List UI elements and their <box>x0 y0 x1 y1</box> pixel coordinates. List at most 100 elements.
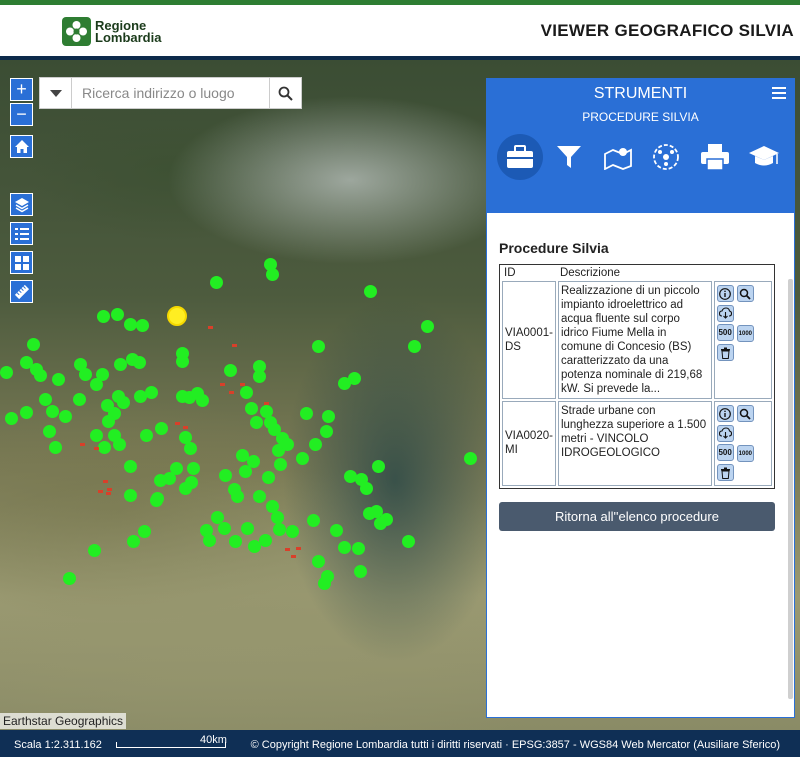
search-input[interactable] <box>72 78 269 108</box>
back-to-list-button[interactable]: Ritorna all''elenco procedure <box>499 501 775 531</box>
procedure-point[interactable] <box>59 410 72 423</box>
procedure-point[interactable] <box>155 422 168 435</box>
procedure-point[interactable] <box>27 338 40 351</box>
procedure-point[interactable] <box>338 541 351 554</box>
procedure-point[interactable] <box>90 378 103 391</box>
procedure-point[interactable] <box>39 393 52 406</box>
procedure-point[interactable] <box>63 572 76 585</box>
area-feature[interactable] <box>285 548 290 551</box>
procedure-point[interactable] <box>34 369 47 382</box>
procedure-point[interactable] <box>312 555 325 568</box>
scale-1000-button[interactable]: 1000 <box>736 445 754 462</box>
procedure-point[interactable] <box>309 438 322 451</box>
network-button[interactable] <box>643 134 689 180</box>
procedure-point[interactable] <box>253 490 266 503</box>
procedure-point[interactable] <box>187 462 200 475</box>
procedure-point[interactable] <box>380 513 393 526</box>
filter-button[interactable] <box>546 134 592 180</box>
procedure-point[interactable] <box>133 356 146 369</box>
procedure-point[interactable] <box>5 412 18 425</box>
procedure-point[interactable] <box>20 406 33 419</box>
procedure-point[interactable] <box>127 535 140 548</box>
basemap-button[interactable] <box>10 251 33 274</box>
procedure-point[interactable] <box>354 565 367 578</box>
procedure-point[interactable] <box>322 410 335 423</box>
procedure-point[interactable] <box>229 535 242 548</box>
procedure-point[interactable] <box>266 268 279 281</box>
procedure-point[interactable] <box>372 460 385 473</box>
procedure-point[interactable] <box>124 489 137 502</box>
procedure-point[interactable] <box>140 429 153 442</box>
procedure-point[interactable] <box>218 522 231 535</box>
delete-button[interactable] <box>716 344 734 361</box>
legend-button[interactable] <box>10 222 33 245</box>
procedure-point[interactable] <box>320 425 333 438</box>
procedure-point[interactable] <box>136 319 149 332</box>
procedure-point[interactable] <box>402 535 415 548</box>
toolbox-button[interactable] <box>497 134 543 180</box>
search-button[interactable] <box>269 78 301 108</box>
procedure-point[interactable] <box>138 525 151 538</box>
area-feature[interactable] <box>107 488 112 491</box>
zoom-out-button[interactable]: − <box>10 103 33 126</box>
procedure-point[interactable] <box>196 394 209 407</box>
area-feature[interactable] <box>296 547 301 550</box>
area-feature[interactable] <box>291 555 296 558</box>
procedure-point[interactable] <box>245 402 258 415</box>
area-feature[interactable] <box>229 391 234 394</box>
delete-button[interactable] <box>716 464 734 481</box>
search-mode-dropdown[interactable] <box>40 78 72 108</box>
procedure-point[interactable] <box>464 452 477 465</box>
procedure-point[interactable] <box>176 355 189 368</box>
procedure-point[interactable] <box>97 310 110 323</box>
procedure-point[interactable] <box>240 386 253 399</box>
procedure-point[interactable] <box>253 370 266 383</box>
procedure-point[interactable] <box>318 577 331 590</box>
procedure-point[interactable] <box>231 490 244 503</box>
print-button[interactable] <box>692 134 738 180</box>
procedure-point[interactable] <box>98 441 111 454</box>
scale-1000-button[interactable]: 1000 <box>736 325 754 342</box>
procedure-point[interactable] <box>360 482 373 495</box>
area-feature[interactable] <box>208 326 213 329</box>
zoom-to-button[interactable] <box>736 285 754 302</box>
procedure-point[interactable] <box>281 438 294 451</box>
area-feature[interactable] <box>264 402 269 405</box>
procedure-point[interactable] <box>203 534 216 547</box>
procedure-point[interactable] <box>79 368 92 381</box>
home-button[interactable] <box>10 135 33 158</box>
measure-button[interactable] <box>10 280 33 303</box>
tutorial-button[interactable] <box>741 134 787 180</box>
area-feature[interactable] <box>103 480 108 483</box>
procedure-point[interactable] <box>0 366 13 379</box>
procedure-point[interactable] <box>150 494 163 507</box>
procedure-point[interactable] <box>43 425 56 438</box>
download-button[interactable] <box>716 424 734 442</box>
zoom-in-button[interactable]: + <box>10 78 33 101</box>
procedure-point[interactable] <box>52 373 65 386</box>
panel-scrollbar[interactable] <box>788 279 793 699</box>
procedure-point[interactable] <box>408 340 421 353</box>
layers-button[interactable] <box>10 193 33 216</box>
menu-icon[interactable] <box>772 84 786 102</box>
procedure-point[interactable] <box>236 449 249 462</box>
procedure-point[interactable] <box>210 276 223 289</box>
area-feature[interactable] <box>106 492 111 495</box>
area-feature[interactable] <box>232 344 237 347</box>
procedure-point[interactable] <box>259 534 272 547</box>
procedure-point[interactable] <box>247 455 260 468</box>
area-feature[interactable] <box>240 383 245 386</box>
procedure-point[interactable] <box>271 511 284 524</box>
area-feature[interactable] <box>183 426 188 429</box>
procedure-point[interactable] <box>307 514 320 527</box>
area-feature[interactable] <box>80 443 85 446</box>
procedure-point[interactable] <box>224 364 237 377</box>
procedure-point[interactable] <box>154 474 167 487</box>
procedure-point[interactable] <box>49 441 62 454</box>
selected-procedure-point[interactable] <box>167 306 187 326</box>
procedure-point[interactable] <box>300 407 313 420</box>
locate-button[interactable] <box>595 134 641 180</box>
procedure-point[interactable] <box>117 396 130 409</box>
procedure-point[interactable] <box>250 416 263 429</box>
procedure-point[interactable] <box>312 340 325 353</box>
